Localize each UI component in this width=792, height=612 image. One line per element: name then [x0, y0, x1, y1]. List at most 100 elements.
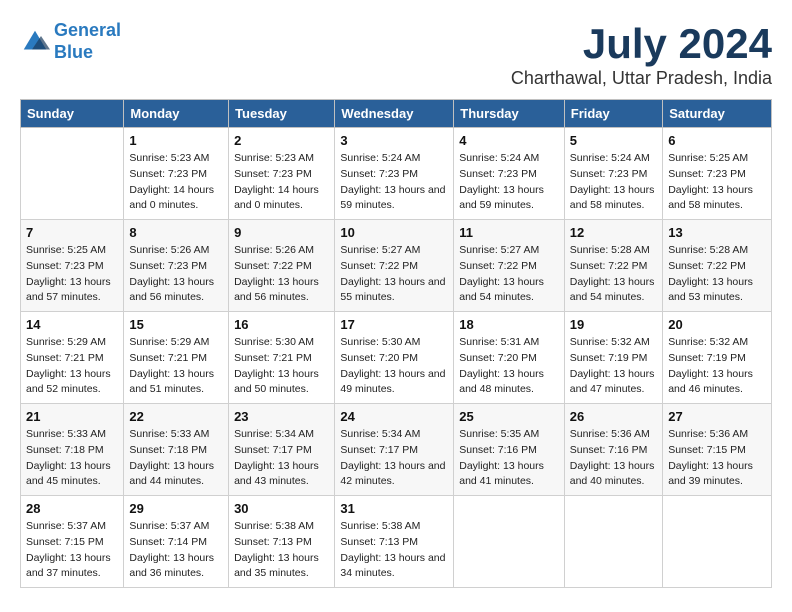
day-number: 6 — [668, 133, 766, 148]
day-number: 5 — [570, 133, 657, 148]
day-info: Sunrise: 5:32 AMSunset: 7:19 PMDaylight:… — [570, 335, 657, 398]
day-info: Sunrise: 5:28 AMSunset: 7:22 PMDaylight:… — [668, 243, 766, 306]
day-cell: 8 Sunrise: 5:26 AMSunset: 7:23 PMDaylight… — [124, 220, 229, 312]
day-info: Sunrise: 5:37 AMSunset: 7:15 PMDaylight:… — [26, 519, 118, 582]
day-cell: 9 Sunrise: 5:26 AMSunset: 7:22 PMDaylight… — [229, 220, 335, 312]
day-info: Sunrise: 5:24 AMSunset: 7:23 PMDaylight:… — [570, 151, 657, 214]
day-cell: 11 Sunrise: 5:27 AMSunset: 7:22 PMDayligh… — [454, 220, 565, 312]
day-info: Sunrise: 5:36 AMSunset: 7:15 PMDaylight:… — [668, 427, 766, 490]
week-row-1: 7 Sunrise: 5:25 AMSunset: 7:23 PMDaylight… — [21, 220, 772, 312]
day-number: 7 — [26, 225, 118, 240]
day-info: Sunrise: 5:35 AMSunset: 7:16 PMDaylight:… — [459, 427, 559, 490]
day-info: Sunrise: 5:31 AMSunset: 7:20 PMDaylight:… — [459, 335, 559, 398]
day-number: 27 — [668, 409, 766, 424]
day-info: Sunrise: 5:25 AMSunset: 7:23 PMDaylight:… — [26, 243, 118, 306]
day-cell: 25 Sunrise: 5:35 AMSunset: 7:16 PMDayligh… — [454, 404, 565, 496]
day-cell: 27 Sunrise: 5:36 AMSunset: 7:15 PMDayligh… — [663, 404, 772, 496]
day-info: Sunrise: 5:23 AMSunset: 7:23 PMDaylight:… — [129, 151, 223, 214]
week-row-2: 14 Sunrise: 5:29 AMSunset: 7:21 PMDayligh… — [21, 312, 772, 404]
header-tuesday: Tuesday — [229, 100, 335, 128]
day-cell: 19 Sunrise: 5:32 AMSunset: 7:19 PMDayligh… — [564, 312, 662, 404]
day-cell: 31Sunrise: 5:38 AMSunset: 7:13 PMDayligh… — [335, 496, 454, 588]
day-cell: 24 Sunrise: 5:34 AMSunset: 7:17 PMDayligh… — [335, 404, 454, 496]
day-info: Sunrise: 5:27 AMSunset: 7:22 PMDaylight:… — [459, 243, 559, 306]
day-cell: 20 Sunrise: 5:32 AMSunset: 7:19 PMDayligh… — [663, 312, 772, 404]
day-number: 1 — [129, 133, 223, 148]
day-cell: 29Sunrise: 5:37 AMSunset: 7:14 PMDayligh… — [124, 496, 229, 588]
header-saturday: Saturday — [663, 100, 772, 128]
day-cell: 14 Sunrise: 5:29 AMSunset: 7:21 PMDayligh… — [21, 312, 124, 404]
day-cell: 7 Sunrise: 5:25 AMSunset: 7:23 PMDaylight… — [21, 220, 124, 312]
page-header: General Blue July 2024 Charthawal, Uttar… — [20, 20, 772, 89]
day-info: Sunrise: 5:36 AMSunset: 7:16 PMDaylight:… — [570, 427, 657, 490]
day-number: 13 — [668, 225, 766, 240]
day-info: Sunrise: 5:38 AMSunset: 7:13 PMDaylight:… — [234, 519, 329, 582]
day-cell: 28 Sunrise: 5:37 AMSunset: 7:15 PMDayligh… — [21, 496, 124, 588]
week-row-3: 21Sunrise: 5:33 AMSunset: 7:18 PMDayligh… — [21, 404, 772, 496]
day-cell: 5 Sunrise: 5:24 AMSunset: 7:23 PMDaylight… — [564, 128, 662, 220]
day-cell: 16 Sunrise: 5:30 AMSunset: 7:21 PMDayligh… — [229, 312, 335, 404]
day-number: 24 — [340, 409, 448, 424]
day-info: Sunrise: 5:29 AMSunset: 7:21 PMDaylight:… — [26, 335, 118, 398]
day-number: 30 — [234, 501, 329, 516]
day-number: 25 — [459, 409, 559, 424]
day-number: 31 — [340, 501, 448, 516]
day-cell: 12Sunrise: 5:28 AMSunset: 7:22 PMDayligh… — [564, 220, 662, 312]
day-number: 11 — [459, 225, 559, 240]
logo: General Blue — [20, 20, 121, 63]
day-number: 26 — [570, 409, 657, 424]
day-cell: 13 Sunrise: 5:28 AMSunset: 7:22 PMDayligh… — [663, 220, 772, 312]
day-cell: 3 Sunrise: 5:24 AMSunset: 7:23 PMDaylight… — [335, 128, 454, 220]
day-cell: 1 Sunrise: 5:23 AMSunset: 7:23 PMDaylight… — [124, 128, 229, 220]
day-cell — [564, 496, 662, 588]
day-info: Sunrise: 5:26 AMSunset: 7:22 PMDaylight:… — [234, 243, 329, 306]
day-cell — [454, 496, 565, 588]
subtitle: Charthawal, Uttar Pradesh, India — [511, 68, 772, 89]
day-info: Sunrise: 5:32 AMSunset: 7:19 PMDaylight:… — [668, 335, 766, 398]
day-number: 29 — [129, 501, 223, 516]
day-info: Sunrise: 5:34 AMSunset: 7:17 PMDaylight:… — [234, 427, 329, 490]
day-number: 28 — [26, 501, 118, 516]
day-number: 10 — [340, 225, 448, 240]
day-number: 8 — [129, 225, 223, 240]
day-cell: 17Sunrise: 5:30 AMSunset: 7:20 PMDayligh… — [335, 312, 454, 404]
day-number: 18 — [459, 317, 559, 332]
day-info: Sunrise: 5:24 AMSunset: 7:23 PMDaylight:… — [459, 151, 559, 214]
header-wednesday: Wednesday — [335, 100, 454, 128]
day-cell: 15 Sunrise: 5:29 AMSunset: 7:21 PMDayligh… — [124, 312, 229, 404]
logo-line1: General — [54, 20, 121, 40]
day-cell: 26 Sunrise: 5:36 AMSunset: 7:16 PMDayligh… — [564, 404, 662, 496]
week-row-4: 28 Sunrise: 5:37 AMSunset: 7:15 PMDayligh… — [21, 496, 772, 588]
day-info: Sunrise: 5:23 AMSunset: 7:23 PMDaylight:… — [234, 151, 329, 214]
day-cell: 23 Sunrise: 5:34 AMSunset: 7:17 PMDayligh… — [229, 404, 335, 496]
day-info: Sunrise: 5:28 AMSunset: 7:22 PMDaylight:… — [570, 243, 657, 306]
day-cell — [21, 128, 124, 220]
day-info: Sunrise: 5:26 AMSunset: 7:23 PMDaylight:… — [129, 243, 223, 306]
day-number: 22 — [129, 409, 223, 424]
day-info: Sunrise: 5:33 AMSunset: 7:18 PMDaylight:… — [26, 427, 118, 490]
logo-line2: Blue — [54, 42, 93, 62]
day-info: Sunrise: 5:29 AMSunset: 7:21 PMDaylight:… — [129, 335, 223, 398]
day-number: 15 — [129, 317, 223, 332]
title-block: July 2024 Charthawal, Uttar Pradesh, Ind… — [511, 20, 772, 89]
day-cell: 22Sunrise: 5:33 AMSunset: 7:18 PMDayligh… — [124, 404, 229, 496]
day-number: 17 — [340, 317, 448, 332]
day-info: Sunrise: 5:25 AMSunset: 7:23 PMDaylight:… — [668, 151, 766, 214]
day-cell: 6 Sunrise: 5:25 AMSunset: 7:23 PMDaylight… — [663, 128, 772, 220]
header-thursday: Thursday — [454, 100, 565, 128]
day-number: 23 — [234, 409, 329, 424]
day-number: 16 — [234, 317, 329, 332]
day-info: Sunrise: 5:27 AMSunset: 7:22 PMDaylight:… — [340, 243, 448, 306]
day-info: Sunrise: 5:24 AMSunset: 7:23 PMDaylight:… — [340, 151, 448, 214]
day-number: 2 — [234, 133, 329, 148]
days-header-row: SundayMondayTuesdayWednesdayThursdayFrid… — [21, 100, 772, 128]
day-cell: 2 Sunrise: 5:23 AMSunset: 7:23 PMDaylight… — [229, 128, 335, 220]
day-number: 19 — [570, 317, 657, 332]
day-number: 14 — [26, 317, 118, 332]
day-number: 9 — [234, 225, 329, 240]
day-number: 20 — [668, 317, 766, 332]
day-cell: 10 Sunrise: 5:27 AMSunset: 7:22 PMDayligh… — [335, 220, 454, 312]
day-number: 3 — [340, 133, 448, 148]
day-info: Sunrise: 5:30 AMSunset: 7:21 PMDaylight:… — [234, 335, 329, 398]
day-info: Sunrise: 5:34 AMSunset: 7:17 PMDaylight:… — [340, 427, 448, 490]
